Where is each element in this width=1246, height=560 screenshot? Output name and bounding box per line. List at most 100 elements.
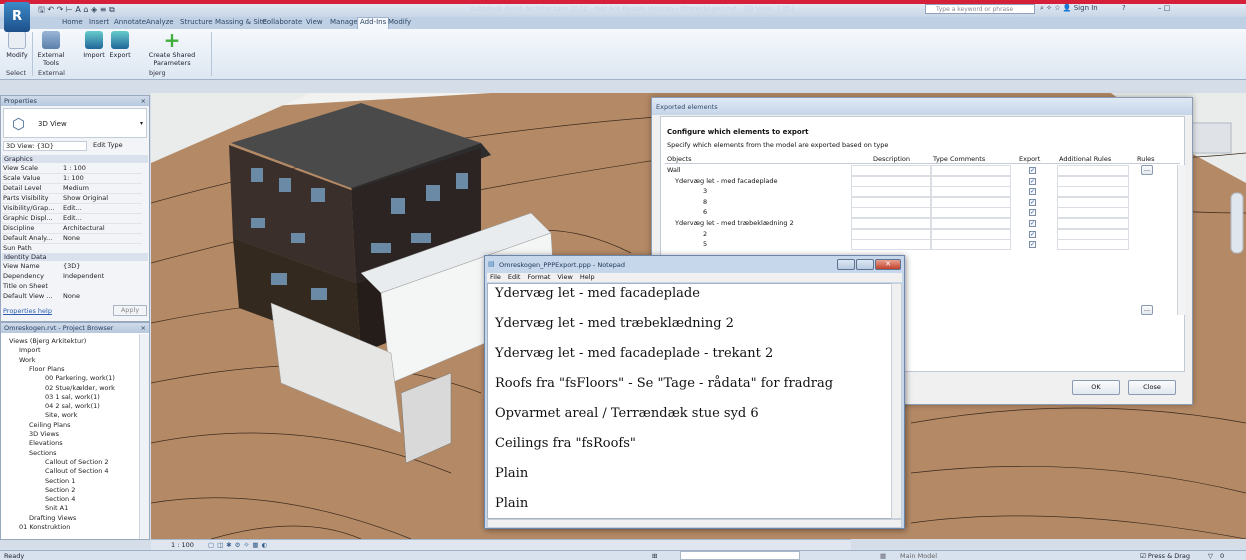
export-button[interactable]: Export	[108, 31, 132, 59]
property-value[interactable]: Edit...	[63, 214, 82, 222]
menu-file[interactable]: File	[490, 273, 501, 281]
modify-button[interactable]: Modify	[6, 31, 28, 59]
type-comments-cell[interactable]	[931, 175, 1011, 187]
tree-row-label[interactable]: Wall	[667, 166, 681, 174]
additional-rules-cell[interactable]	[1057, 186, 1129, 198]
additional-rules-cell[interactable]	[1057, 207, 1129, 219]
property-value[interactable]: None	[63, 234, 80, 242]
view-scale[interactable]: 1 : 100	[171, 541, 194, 549]
description-cell[interactable]	[851, 175, 931, 187]
binoculars-icon[interactable]: ⌕	[1040, 4, 1044, 12]
tree-row-label[interactable]: 2	[703, 230, 707, 238]
edit-type-button[interactable]: Edit Type	[93, 141, 123, 149]
rules-ellipsis-button[interactable]: ...	[1141, 305, 1153, 315]
maximize-icon[interactable]: □	[1164, 4, 1171, 12]
description-cell[interactable]	[851, 207, 931, 219]
notepad-text-area[interactable]: Ydervæg let - med facadeplade Ydervæg let…	[487, 283, 892, 519]
tab-home[interactable]: Home	[62, 18, 83, 26]
undo-icon[interactable]: ↶	[47, 5, 54, 14]
tab-structure[interactable]: Structure	[180, 18, 213, 26]
browser-tree-item[interactable]: 01 Konstruktion	[19, 523, 70, 531]
section-icon[interactable]: ◈	[91, 5, 97, 14]
quick-access-toolbar[interactable]: 🖫 ↶ ↷ ⊢ A ⌂ ◈ ≡ ⧉	[38, 4, 115, 18]
menu-view[interactable]: View	[557, 273, 572, 281]
export-checkbox[interactable]: ✓	[1029, 209, 1036, 217]
redo-icon[interactable]: ↷	[57, 5, 64, 14]
browser-tree-item[interactable]: 03 1 sal, work(1)	[45, 393, 100, 401]
property-value[interactable]: Independent	[63, 272, 104, 280]
browser-tree-item[interactable]: Section 1	[45, 477, 75, 485]
type-comments-cell[interactable]	[931, 196, 1011, 208]
notepad-horizontal-scrollbar[interactable]	[487, 519, 902, 528]
column-header[interactable]: Description	[873, 155, 910, 163]
tab-collaborate[interactable]: Collaborate	[262, 18, 302, 26]
additional-rules-cell[interactable]	[1057, 218, 1129, 229]
view-controls-icons[interactable]: ▢◫✱⚙☼▦◐	[208, 541, 270, 549]
menu-edit[interactable]: Edit	[508, 273, 521, 281]
column-header[interactable]: Export	[1019, 155, 1040, 163]
browser-tree-item[interactable]: 00 Parkering, work(1)	[45, 374, 115, 382]
type-comments-cell[interactable]	[931, 207, 1011, 219]
ok-button[interactable]: OK	[1072, 380, 1120, 395]
browser-tree-item[interactable]: Section 4	[45, 495, 75, 503]
export-checkbox[interactable]: ✓	[1029, 220, 1036, 227]
text-icon[interactable]: A	[75, 5, 80, 14]
browser-tree-item[interactable]: Import	[19, 346, 41, 354]
property-value[interactable]: Medium	[63, 184, 89, 192]
browser-tree-item[interactable]: Section 2	[45, 486, 75, 494]
column-header[interactable]: Additional Rules	[1059, 155, 1111, 163]
browser-tree-item[interactable]: Work	[19, 356, 35, 364]
additional-rules-cell[interactable]	[1057, 175, 1129, 187]
model-selector[interactable]: Main Model	[900, 552, 937, 560]
description-cell[interactable]	[851, 196, 931, 208]
type-selector[interactable]: ⬡ 3D View ▾	[3, 108, 147, 138]
tree-row-label[interactable]: Ydervæg let - med træbeklædning 2	[675, 219, 794, 227]
user-icon[interactable]: 👤	[1063, 4, 1072, 12]
browser-tree-item[interactable]: Ceiling Plans	[29, 421, 70, 429]
apply-button[interactable]: Apply	[113, 305, 147, 316]
close-icon[interactable]: ×	[141, 323, 146, 333]
close-button[interactable]: Close	[1128, 380, 1176, 395]
tree-row-label[interactable]: 8	[703, 198, 707, 206]
description-cell[interactable]	[851, 218, 931, 229]
property-value[interactable]: Edit...	[63, 204, 82, 212]
viewcube[interactable]	[1190, 122, 1232, 154]
tree-row-label[interactable]: 6	[703, 208, 707, 216]
tab-view[interactable]: View	[306, 18, 323, 26]
maximize-button[interactable]	[856, 259, 874, 270]
properties-help-link[interactable]: Properties help	[3, 307, 52, 315]
tree-row-label[interactable]: 3	[703, 187, 707, 195]
export-checkbox[interactable]: ✓	[1029, 167, 1036, 174]
application-menu-button[interactable]: R	[4, 2, 30, 32]
3d-view-icon[interactable]: ⌂	[83, 5, 88, 14]
menu-help[interactable]: Help	[580, 273, 595, 281]
search-input[interactable]: Type a keyword or phrase	[925, 4, 1035, 14]
property-value[interactable]: Architectural	[63, 224, 105, 232]
menu-format[interactable]: Format	[527, 273, 550, 281]
minimize-icon[interactable]: –	[1158, 4, 1162, 12]
type-comments-cell[interactable]	[931, 218, 1011, 229]
tab-annotate[interactable]: Annotate	[114, 18, 146, 26]
tab-massing-site[interactable]: Massing & Site	[215, 18, 267, 26]
tab-analyze[interactable]: Analyze	[146, 18, 174, 26]
property-value[interactable]: {3D}	[63, 262, 80, 270]
sign-in-link[interactable]: Sign In	[1074, 4, 1098, 12]
tab-insert[interactable]: Insert	[89, 18, 109, 26]
type-comments-cell[interactable]	[931, 186, 1011, 198]
browser-tree-item[interactable]: Callout of Section 4	[45, 467, 109, 475]
browser-tree-item[interactable]: Drafting Views	[29, 514, 76, 522]
view-selector[interactable]: 3D View: {3D}	[3, 141, 87, 151]
export-checkbox[interactable]: ✓	[1029, 241, 1036, 249]
additional-rules-cell[interactable]	[1057, 165, 1129, 176]
browser-tree-item[interactable]: Site, work	[45, 411, 77, 419]
export-checkbox[interactable]: ✓	[1029, 188, 1036, 196]
close-window-button[interactable]: ✕	[875, 259, 901, 270]
browser-tree-item[interactable]: Snit A1	[45, 504, 68, 512]
worksets-icon[interactable]: ⊞	[652, 552, 657, 560]
additional-rules-cell[interactable]	[1057, 239, 1129, 251]
browser-tree-item[interactable]: Sections	[29, 449, 57, 457]
browser-tree-item[interactable]: 3D Views	[29, 430, 59, 438]
minimize-button[interactable]	[837, 259, 855, 270]
additional-rules-cell[interactable]	[1057, 228, 1129, 240]
type-comments-cell[interactable]	[931, 239, 1011, 251]
